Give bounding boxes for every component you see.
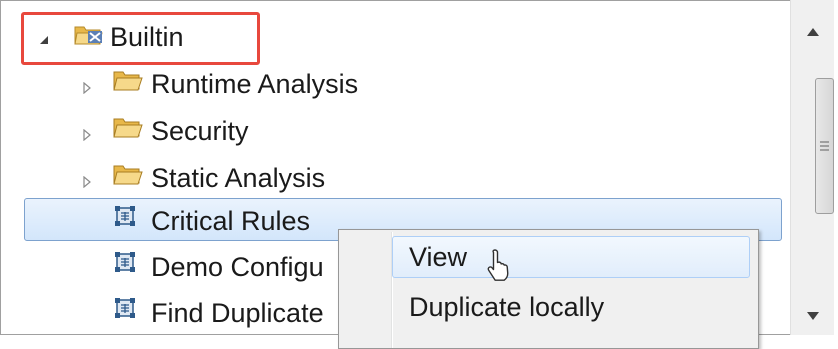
tree-item-label: Demo Configu	[151, 252, 324, 282]
thumb-grip-icon	[820, 141, 829, 151]
config-icon	[114, 297, 136, 319]
folder-open-icon	[113, 115, 143, 139]
scroll-up-button[interactable]	[791, 12, 835, 52]
mouse-pointer-icon	[486, 248, 516, 284]
config-icon	[114, 205, 136, 227]
menu-item-label: View	[409, 242, 468, 272]
tree-item-static-analysis[interactable]: Static Analysis	[0, 155, 780, 201]
menu-item-view[interactable]: View	[392, 236, 750, 278]
tree-item-label: Critical Rules	[151, 206, 311, 236]
folder-open-icon	[113, 68, 143, 92]
scroll-down-button[interactable]	[791, 296, 835, 336]
tree-item-label: Find Duplicate	[151, 298, 324, 328]
tree-item-label: Security	[151, 116, 249, 146]
tree-item-runtime-analysis[interactable]: Runtime Analysis	[0, 61, 780, 107]
tree-item-label: Runtime Analysis	[151, 69, 359, 99]
menu-item-label: Duplicate locally	[409, 292, 605, 322]
collapsed-arrow-icon[interactable]	[80, 175, 94, 189]
tree-item-label: Builtin	[110, 22, 184, 52]
config-icon	[114, 251, 136, 273]
collapsed-arrow-icon[interactable]	[80, 81, 94, 95]
collapsed-arrow-icon[interactable]	[80, 128, 94, 142]
vertical-scrollbar[interactable]	[790, 0, 834, 335]
menu-item-duplicate-locally[interactable]: Duplicate locally	[392, 286, 750, 332]
context-menu: View Duplicate locally	[338, 229, 759, 349]
builtin-folder-icon	[74, 22, 104, 46]
folder-open-icon	[113, 162, 143, 186]
scrollbar-thumb[interactable]	[815, 78, 834, 214]
tree-item-security[interactable]: Security	[0, 108, 780, 154]
tree-item-builtin[interactable]: Builtin	[0, 14, 780, 60]
expanded-arrow-icon[interactable]	[37, 33, 51, 47]
tree-item-label: Static Analysis	[151, 163, 326, 193]
